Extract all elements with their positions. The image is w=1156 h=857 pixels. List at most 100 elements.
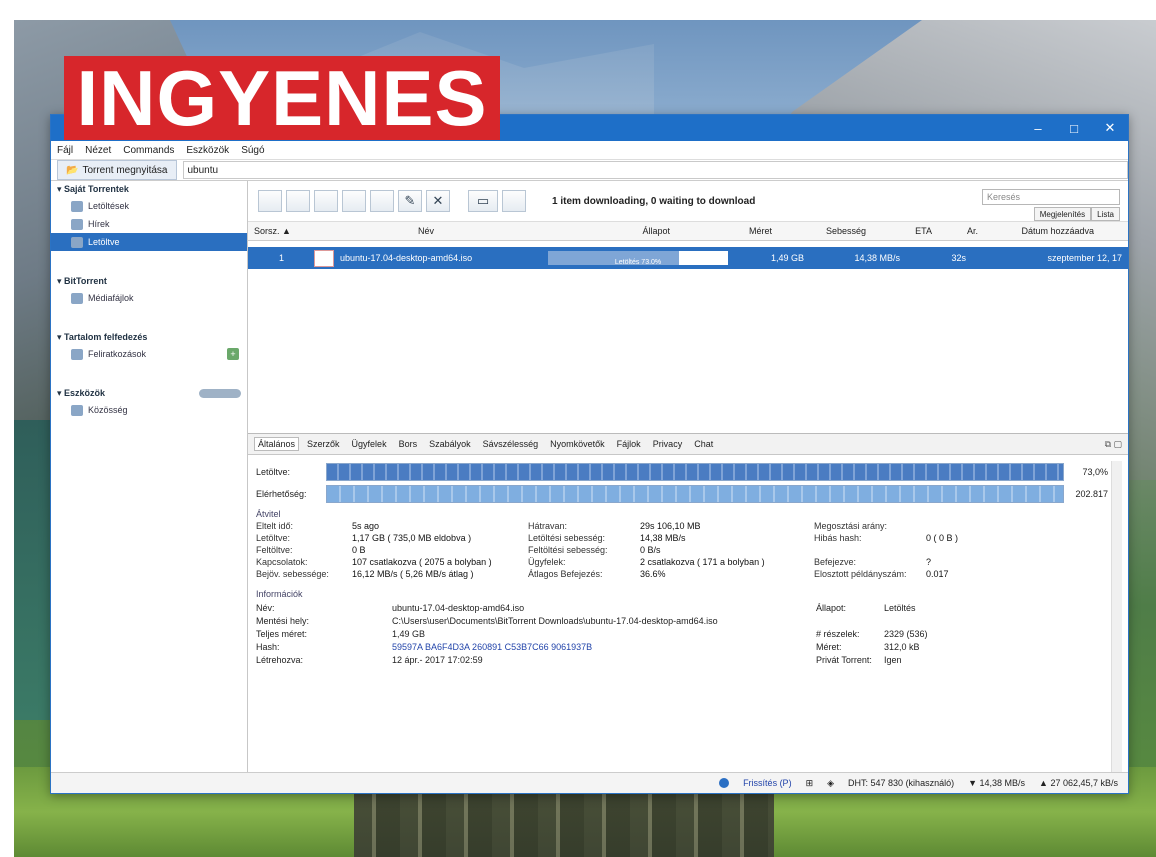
close-button[interactable]: ✕ — [1092, 115, 1128, 141]
menu-tools[interactable]: Eszközök — [186, 145, 229, 156]
stop-icon[interactable]: ✎ — [398, 190, 422, 212]
tab-rules[interactable]: Szabályok — [425, 437, 475, 451]
add-subscription-button[interactable]: + — [227, 348, 239, 360]
sidebar-item-downloaded[interactable]: Letöltve — [51, 233, 247, 251]
menu-help[interactable]: Súgó — [241, 145, 264, 156]
col-index[interactable]: Sorsz. ▲ — [248, 226, 332, 236]
details-scrollbar[interactable] — [1111, 461, 1122, 773]
sidebar-section-title[interactable]: ▾ Saját Torrentek — [51, 181, 247, 197]
field-value — [926, 545, 1026, 555]
field-value: Igen — [884, 655, 902, 665]
field-label: Befejezve: — [814, 557, 857, 567]
view-option-list[interactable]: Lista — [1091, 207, 1120, 221]
tab-privacy[interactable]: Privacy — [649, 437, 687, 451]
remote-button[interactable] — [502, 190, 526, 212]
sidebar-section-title[interactable]: ▾ BitTorrent — [51, 273, 247, 289]
col-ratio[interactable]: Ar. — [932, 226, 978, 236]
field-label: Létrehozva: — [256, 655, 304, 665]
sidebar-item-community[interactable]: Közösség — [51, 401, 247, 419]
field-label: Elosztott példányszám: — [814, 569, 907, 579]
field-label: Ügyfelek: — [528, 557, 566, 567]
search-field[interactable]: Keresés — [982, 189, 1120, 205]
field-label — [814, 545, 926, 555]
tab-chat[interactable]: Chat — [690, 437, 717, 451]
sidebar-item-label: Közösség — [88, 405, 128, 415]
sidebar-section-title[interactable]: ▾ Tartalom felfedezés — [51, 329, 247, 345]
col-name[interactable]: Név — [332, 226, 514, 236]
menu-file[interactable]: Fájl — [57, 145, 73, 156]
field-value: 312,0 kB — [884, 642, 920, 652]
field-value: 14,38 MB/s — [640, 533, 686, 543]
row-added: szeptember 12, 17 — [1047, 253, 1122, 263]
field-value: C:\Users\user\Documents\BitTorrent Downl… — [392, 616, 718, 626]
sidebar-item-subscriptions[interactable]: Feliratkozások + — [51, 345, 247, 363]
field-label: Hash: — [256, 642, 280, 652]
tab-bandwidth[interactable]: Sávszélesség — [479, 437, 543, 451]
create-torrent-button[interactable] — [314, 190, 338, 212]
field-value: 1,49 GB — [392, 629, 426, 639]
field-label: # részelek: — [816, 629, 860, 639]
menu-commands[interactable]: Commands — [123, 145, 174, 156]
sidebar-item-media[interactable]: Médiafájlok — [51, 289, 247, 307]
sidebar-item-news[interactable]: Hírek — [51, 215, 247, 233]
add-link-button[interactable] — [286, 190, 310, 212]
field-value — [926, 521, 1026, 531]
remove-button[interactable]: ✕ — [426, 190, 450, 212]
field-value: ubuntu-17.04-desktop-amd64.iso — [392, 603, 525, 613]
col-added[interactable]: Dátum hozzáadva — [978, 226, 1094, 236]
open-torrent-tab[interactable]: 📂 Torrent megnyitása — [57, 160, 177, 180]
list-empty-area — [248, 269, 1128, 434]
field-value: 5s ago — [352, 521, 380, 531]
panel-expand-icon[interactable]: ⧉ ▢ — [1105, 439, 1122, 450]
field-value: Letöltés — [884, 603, 916, 613]
tools-toggle[interactable] — [199, 389, 241, 398]
hash-link[interactable]: 59597A BA6F4D3A 260891 C53B7C66 9061937B — [392, 642, 816, 652]
feed-icon — [71, 218, 83, 230]
minimize-button[interactable]: – — [1020, 115, 1056, 141]
field-value: 36.6% — [640, 569, 666, 579]
tab-peers[interactable]: Ügyfelek — [348, 437, 391, 451]
field-label: Átlagos Befejezés: — [528, 569, 603, 579]
col-speed[interactable]: Sebesség — [772, 226, 866, 236]
pause-button[interactable] — [370, 190, 394, 212]
address-bar: 📂 Torrent megnyitása ubuntu — [51, 160, 1128, 181]
open-torrent-label: Torrent megnyitása — [82, 164, 168, 176]
downloaded-pct: 73,0% — [1082, 467, 1108, 477]
upgrade-link[interactable]: Frissítés (P) — [743, 778, 792, 788]
field-value: 0 B — [352, 545, 366, 555]
maximize-button[interactable]: □ — [1056, 115, 1092, 141]
field-label: Név: — [256, 603, 275, 613]
tab-bors[interactable]: Bors — [395, 437, 422, 451]
sidebar-item-downloads[interactable]: Letöltések — [51, 197, 247, 215]
col-eta[interactable]: ETA — [866, 226, 932, 236]
col-status[interactable]: Állapot — [514, 226, 670, 236]
window-body: ▾ Saját Torrentek Letöltések Hírek Letöl… — [51, 181, 1128, 773]
col-size[interactable]: Méret — [670, 226, 772, 236]
search-input[interactable]: ubuntu — [182, 161, 1128, 179]
table-row[interactable]: 1 ubuntu-17.04-desktop-amd64.iso Letölté… — [248, 247, 1128, 269]
field-label: Méret: — [816, 642, 842, 652]
field-value: 12 ápr.- 2017 17:02:59 — [392, 655, 483, 665]
sidebar-section-bittorrent: ▾ BitTorrent Médiafájlok — [51, 273, 247, 307]
transfer-title: Átvitel — [256, 509, 281, 519]
sidebar-section-title[interactable]: ▾ Eszközök — [57, 388, 105, 399]
tab-trackers[interactable]: Nyomkövetők — [546, 437, 609, 451]
promo-banner: INGYENES — [64, 56, 500, 140]
toolbar: ✎ ✕ ▭ 1 item downloading, 0 waiting to d… — [248, 181, 1128, 221]
tab-general[interactable]: Általános — [254, 437, 300, 451]
app-window: – □ ✕ Fájl Nézet Commands Eszközök Súgó … — [50, 114, 1129, 794]
tab-files[interactable]: Fájlok — [613, 437, 645, 451]
add-torrent-button[interactable] — [258, 190, 282, 212]
field-label: Megosztási arány: — [814, 521, 888, 531]
menu-view[interactable]: Nézet — [85, 145, 111, 156]
row-eta: 32s — [951, 253, 966, 263]
start-button[interactable] — [342, 190, 366, 212]
window-controls: – □ ✕ — [1020, 115, 1128, 141]
field-label: Letöltési sebesség: — [528, 533, 606, 543]
tab-authors[interactable]: Szerzők — [303, 437, 344, 451]
view-option-display[interactable]: Megjelenítés — [1033, 207, 1092, 221]
sidebar-section-tools: ▾ Eszközök Közösség — [51, 385, 247, 419]
download-arrow-icon — [71, 236, 83, 248]
field-label: Feltöltési sebesség: — [528, 545, 608, 555]
monitor-icon[interactable]: ▭ — [468, 190, 498, 212]
